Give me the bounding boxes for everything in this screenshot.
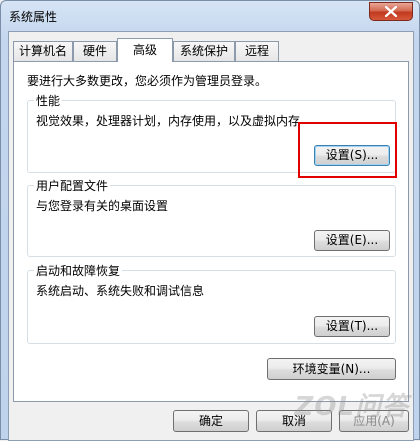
- user-profiles-group-title: 用户配置文件: [34, 177, 111, 194]
- performance-description: 视觉效果，处理器计划，内存使用，以及虚拟内存: [36, 114, 301, 128]
- tab-system-protection[interactable]: 系统保护: [173, 41, 235, 61]
- performance-group-title: 性能: [34, 92, 63, 109]
- close-button[interactable]: [369, 2, 413, 21]
- performance-settings-button[interactable]: 设置(S)...: [314, 145, 390, 166]
- environment-variables-button[interactable]: 环境变量(N)...: [267, 358, 396, 380]
- user-profiles-settings-button[interactable]: 设置(E)...: [314, 230, 390, 251]
- dialog-client-area: 计算机名 硬件 高级 系统保护 远程 要进行大多数更改，您必须作为管理员登录。 …: [8, 31, 414, 441]
- tab-hardware[interactable]: 硬件: [73, 41, 117, 61]
- performance-group: 性能 视觉效果，处理器计划，内存使用，以及虚拟内存 设置(S)...: [27, 92, 396, 173]
- startup-recovery-settings-button[interactable]: 设置(T)...: [314, 316, 390, 337]
- watermark: ZOL问答: [294, 392, 409, 422]
- ok-button[interactable]: 确定: [173, 410, 249, 432]
- window-title: 系统属性: [9, 10, 58, 24]
- advanced-tab-panel: 要进行大多数更改，您必须作为管理员登录。 性能 视觉效果，处理器计划，内存使用，…: [13, 61, 409, 402]
- tab-remote[interactable]: 远程: [235, 41, 279, 61]
- startup-recovery-group-title: 启动和故障恢复: [34, 262, 123, 279]
- tab-computer-name[interactable]: 计算机名: [13, 41, 73, 61]
- user-profiles-description: 与您登录有关的桌面设置: [36, 199, 169, 213]
- title-bar[interactable]: 系统属性: [1, 1, 419, 31]
- startup-recovery-description: 系统启动、系统失败和调试信息: [36, 284, 205, 298]
- close-icon: [385, 6, 397, 17]
- system-properties-window: 系统属性 计算机名 硬件 高级 系统保护 远程 要进行大多数更改，您必须作为管理…: [0, 0, 420, 441]
- startup-recovery-group: 启动和故障恢复 系统启动、系统失败和调试信息 设置(T)...: [27, 262, 396, 344]
- admin-notice: 要进行大多数更改，您必须作为管理员登录。: [27, 74, 268, 88]
- tab-advanced[interactable]: 高级: [117, 38, 173, 62]
- user-profiles-group: 用户配置文件 与您登录有关的桌面设置 设置(E)...: [27, 177, 396, 257]
